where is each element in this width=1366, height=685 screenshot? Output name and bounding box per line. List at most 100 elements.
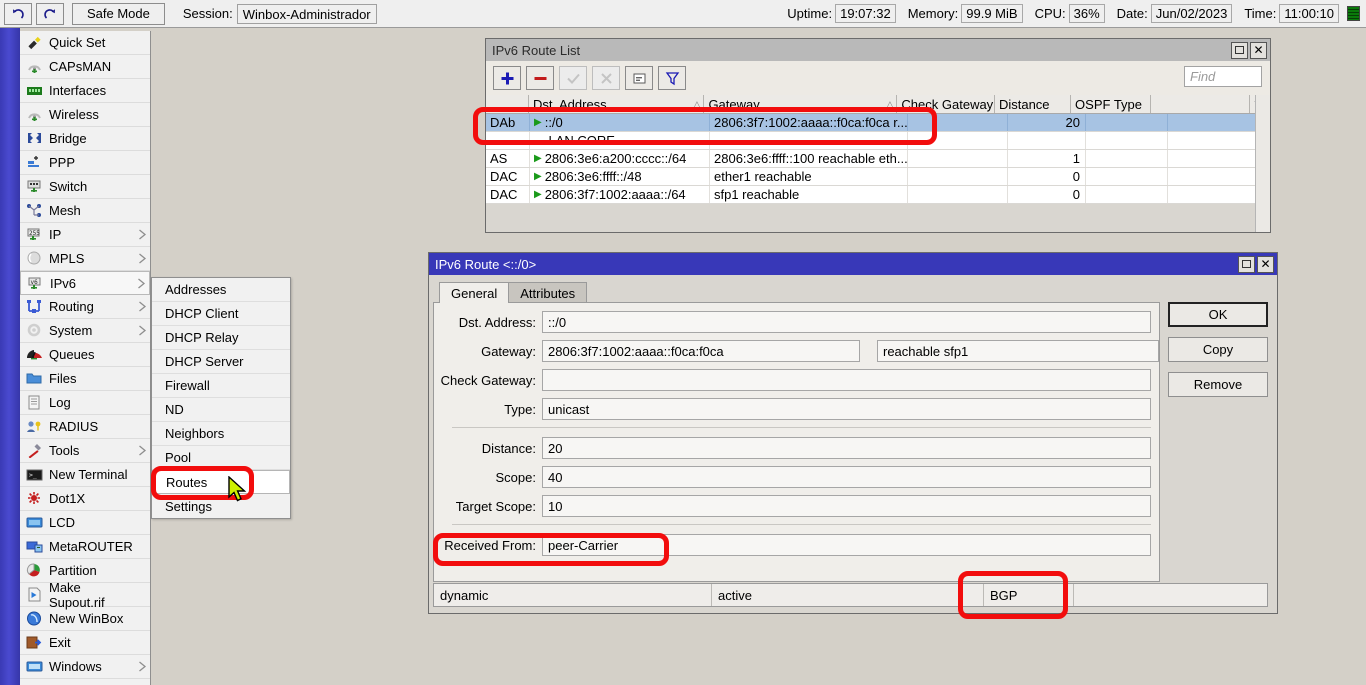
sidebar-item-ip[interactable]: 255IP [20,223,150,247]
radius-icon [24,418,44,436]
table-row[interactable]: DAb▶::/02806:3f7:1002:aaaa::f0ca:f0ca r.… [486,114,1270,132]
table-row[interactable]: ... LAN CORE [486,132,1270,150]
ok-button[interactable]: OK [1168,302,1268,327]
memory-value: 99.9 MiB [961,4,1022,23]
session-value[interactable]: Winbox-Administrador [237,4,377,24]
distance-input[interactable]: 20 [542,437,1151,459]
cell-flags: AS [486,150,530,167]
column-header-label: OSPF Type [1075,97,1142,112]
sidebar-item-lcd[interactable]: LCD [20,511,150,535]
column-header-gateway[interactable]: Gateway△ [704,95,897,113]
sidebar-item-make-supout-rif[interactable]: Make Supout.rif [20,583,150,607]
sidebar-item-windows[interactable]: Windows [20,655,150,679]
route-list-vertical-scrollbar[interactable] [1255,95,1270,232]
column-header-dst-address[interactable]: Dst. Address△ [529,95,704,113]
undo-arrow-icon [11,7,25,21]
sidebar-item-quick-set[interactable]: Quick Set [20,31,150,55]
column-header-distance[interactable]: Distance [995,95,1071,113]
safe-mode-button[interactable]: Safe Mode [72,3,165,25]
remove-button[interactable]: Remove [1168,372,1268,397]
gateway-input[interactable]: 2806:3f7:1002:aaaa::f0ca:f0ca [542,340,860,362]
disable-button[interactable] [592,66,620,90]
submenu-item-label: DHCP Client [165,306,238,321]
route-dialog-titlebar[interactable]: IPv6 Route <::/0> ✕ [429,253,1277,275]
route-active-triangle-icon: ▶ [534,153,542,164]
submenu-item-dhcp-server[interactable]: DHCP Server [152,350,290,374]
sidebar-item-system[interactable]: System [20,319,150,343]
sidebar-item-switch[interactable]: Switch [20,175,150,199]
submenu-item-routes[interactable]: Routes [152,470,290,494]
submenu-item-pool[interactable]: Pool [152,446,290,470]
submenu-item-nd[interactable]: ND [152,398,290,422]
target-scope-input[interactable]: 10 [542,495,1151,517]
target-scope-label: Target Scope: [434,499,542,514]
date-value: Jun/02/2023 [1151,4,1233,23]
table-row[interactable]: DAC▶2806:3f7:1002:aaaa::/64sfp1 reachabl… [486,186,1270,204]
redo-button[interactable] [36,3,64,25]
sidebar-item-radius[interactable]: RADIUS [20,415,150,439]
tab-general[interactable]: General [439,282,509,303]
check-gateway-input[interactable] [542,369,1151,391]
sidebar-item-exit[interactable]: Exit [20,631,150,655]
table-row[interactable]: DAC▶2806:3e6:ffff::/48ether1 reachable0 [486,168,1270,186]
submenu-item-neighbors[interactable]: Neighbors [152,422,290,446]
close-icon[interactable]: ✕ [1250,42,1267,59]
sidebar-item-mpls[interactable]: MPLS [20,247,150,271]
sidebar-item-new-terminal[interactable]: >_New Terminal [20,463,150,487]
sidebar-item-queues[interactable]: Queues [20,343,150,367]
dialog-close-icon[interactable]: ✕ [1257,256,1274,273]
sidebar-item-tools[interactable]: Tools [20,439,150,463]
sidebar-item-log[interactable]: Log [20,391,150,415]
submenu-item-firewall[interactable]: Firewall [152,374,290,398]
copy-button[interactable]: Copy [1168,337,1268,362]
cell-ospf [1086,150,1168,167]
submenu-item-addresses[interactable]: Addresses [152,278,290,302]
sidebar-item-ppp[interactable]: PPP [20,151,150,175]
column-header-blank-0[interactable] [486,95,529,113]
enable-button[interactable] [559,66,587,90]
sidebar-item-mesh[interactable]: Mesh [20,199,150,223]
add-button[interactable] [493,66,521,90]
sidebar-item-capsman[interactable]: CAPsMAN [20,55,150,79]
ipv6-submenu: Addresses DHCP Client DHCP RelayDHCP Serve… [151,277,291,519]
comment-button[interactable] [625,66,653,90]
submenu-item-dhcp-relay[interactable]: DHCP Relay [152,326,290,350]
find-input[interactable]: Find [1184,66,1262,87]
column-header-blank-6[interactable] [1151,95,1249,113]
undo-button[interactable] [4,3,32,25]
filter-button[interactable] [658,66,686,90]
session-label: Session: [183,6,233,21]
column-header-check-gateway[interactable]: Check Gateway [897,95,995,113]
submenu-item-dhcp-client[interactable]: DHCP Client [152,302,290,326]
submenu-item-label: Firewall [165,378,210,393]
sidebar-item-dot1x[interactable]: Dot1X [20,487,150,511]
received-from-input[interactable]: peer-Carrier [542,534,1151,556]
sidebar-item-label: IP [49,227,138,242]
sidebar-item-routing[interactable]: Routing [20,295,150,319]
dst-address-input[interactable]: ::/0 [542,311,1151,333]
sidebar-item-bridge[interactable]: Bridge [20,127,150,151]
status-active: active [712,584,984,606]
gateway-status-input[interactable]: reachable sfp1 [877,340,1159,362]
sidebar-item-ipv6[interactable]: v6IPv6 [20,271,150,295]
tab-attributes[interactable]: Attributes [508,282,587,303]
type-input[interactable]: unicast [542,398,1151,420]
scope-input[interactable]: 40 [542,466,1151,488]
dialog-maximize-button[interactable] [1238,256,1255,273]
remove-button[interactable] [526,66,554,90]
route-list-title: IPv6 Route List [492,43,580,58]
column-header-ospf-type[interactable]: OSPF Type [1071,95,1151,113]
sidebar-item-interfaces[interactable]: Interfaces [20,79,150,103]
field-received-from: Received From: peer-Carrier [434,534,1159,556]
maximize-button[interactable] [1231,42,1248,59]
cell-text: 0 [1073,169,1080,184]
cell-dst: ... LAN CORE [530,132,710,149]
sidebar-item-files[interactable]: Files [20,367,150,391]
route-list-titlebar[interactable]: IPv6 Route List ✕ [486,39,1270,61]
sidebar-item-wireless[interactable]: Wireless [20,103,150,127]
cell-text: AS [490,151,507,166]
sidebar-item-new-winbox[interactable]: New WinBox [20,607,150,631]
sidebar-item-metarouter[interactable]: MetaROUTER [20,535,150,559]
table-row[interactable]: AS▶2806:3e6:a200:cccc::/642806:3e6:ffff:… [486,150,1270,168]
submenu-item-settings[interactable]: Settings [152,494,290,518]
